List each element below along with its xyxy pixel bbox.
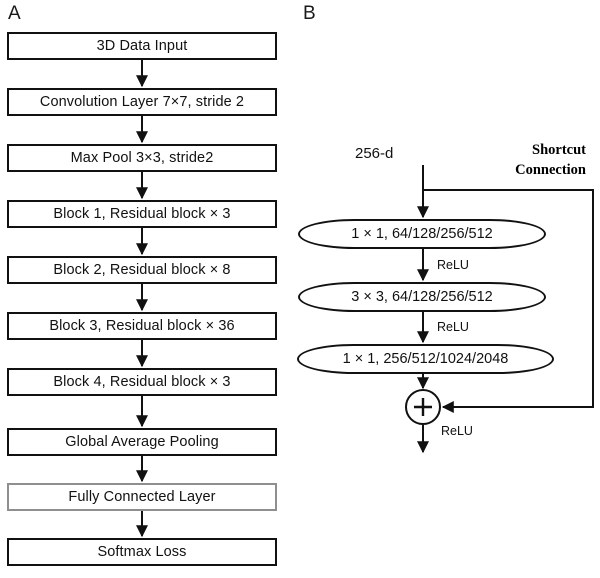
flow-box-label: 3D Data Input — [96, 38, 188, 54]
pill-box-label: 1 × 1, 64/128/256/512 — [351, 226, 493, 242]
flow-box-label: Block 4, Residual block × 3 — [53, 374, 231, 390]
flow-box-label: Fully Connected Layer — [68, 489, 216, 505]
flow-box-global-average-pooling: Global Average Pooling — [7, 428, 277, 456]
flow-box-convolution-layer: Convolution Layer 7×7, stride 2 — [7, 88, 277, 116]
flow-box-label: Softmax Loss — [97, 544, 187, 560]
flow-box-block-4: Block 4, Residual block × 3 — [7, 368, 277, 396]
flow-box-label: Block 1, Residual block × 3 — [53, 206, 231, 222]
pill-box-label: 3 × 3, 64/128/256/512 — [351, 289, 493, 305]
pill-box-conv-3x3: 3 × 3, 64/128/256/512 — [298, 282, 546, 312]
adder-circle — [405, 389, 441, 425]
shortcut-label-line-1: Shortcut — [532, 142, 586, 158]
panel-label-a: A — [8, 3, 21, 24]
edge-label-relu-2: ReLU — [437, 320, 469, 334]
pill-box-conv-1x1-b: 1 × 1, 256/512/1024/2048 — [297, 344, 554, 374]
flow-box-label: Max Pool 3×3, stride2 — [70, 150, 214, 166]
flow-box-label: Global Average Pooling — [65, 434, 219, 450]
flow-box-label: Block 2, Residual block × 8 — [53, 262, 231, 278]
flow-box-label: Block 3, Residual block × 36 — [49, 318, 235, 334]
panel-label-b: B — [303, 3, 316, 24]
shortcut-label-line-2: Connection — [515, 161, 586, 178]
flow-box-softmax-loss: Softmax Loss — [7, 538, 277, 566]
edge-label-relu-1: ReLU — [437, 258, 469, 272]
flow-box-block-2: Block 2, Residual block × 8 — [7, 256, 277, 284]
flow-box-block-1: Block 1, Residual block × 3 — [7, 200, 277, 228]
edge-label-relu-3: ReLU — [441, 424, 473, 438]
figure-root: A B 3D Data Input Convolution Layer 7×7,… — [0, 0, 600, 578]
shortcut-connection-label: Shortcut Connection — [490, 141, 586, 180]
flow-box-max-pool: Max Pool 3×3, stride2 — [7, 144, 277, 172]
pill-box-conv-1x1-a: 1 × 1, 64/128/256/512 — [298, 219, 546, 249]
pill-box-label: 1 × 1, 256/512/1024/2048 — [342, 351, 509, 367]
flow-box-3d-data-input: 3D Data Input — [7, 32, 277, 60]
flow-box-fully-connected-layer: Fully Connected Layer — [7, 483, 277, 511]
input-dimension-label: 256-d — [355, 145, 394, 162]
flow-box-label: Convolution Layer 7×7, stride 2 — [39, 94, 245, 110]
flow-box-block-3: Block 3, Residual block × 36 — [7, 312, 277, 340]
